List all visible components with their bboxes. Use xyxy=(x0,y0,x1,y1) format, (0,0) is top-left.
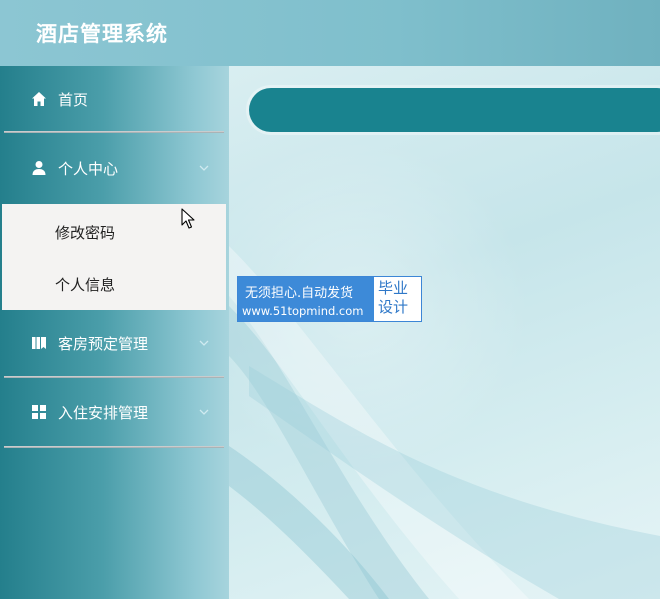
user-icon xyxy=(31,160,47,176)
sidebar-item-checkin-arrangement[interactable]: 入住安排管理 xyxy=(4,379,224,445)
sidebar-item-label: 个人中心 xyxy=(58,159,119,178)
submenu-item-personal-info[interactable]: 个人信息 xyxy=(55,274,115,295)
chevron-down-icon xyxy=(199,165,209,171)
grid-icon xyxy=(31,404,47,420)
top-header: 酒店管理系统 xyxy=(0,0,660,66)
menu-divider xyxy=(4,446,224,448)
sidebar-item-personal-center[interactable]: 个人中心 xyxy=(4,135,224,201)
mouse-cursor-icon xyxy=(181,208,195,229)
sidebar-item-label: 客房预定管理 xyxy=(58,334,149,353)
menu-divider xyxy=(4,376,224,378)
watermark-url: www.51topmind.com xyxy=(242,304,364,318)
main-content xyxy=(229,66,660,599)
menu-divider xyxy=(4,131,224,133)
chevron-down-icon xyxy=(199,340,209,346)
sidebar-item-label: 入住安排管理 xyxy=(58,403,149,422)
background-silk-decoration xyxy=(229,246,660,599)
home-icon xyxy=(31,91,47,107)
watermark-badge-left: 无须担心.自动发货 www.51topmind.com xyxy=(238,277,374,321)
watermark-tag-line1: 毕业 xyxy=(378,279,409,297)
watermark-tag: 毕业 设计 xyxy=(378,279,420,317)
watermark-tag-line2: 设计 xyxy=(378,298,409,316)
top-banner-panel xyxy=(249,88,660,132)
app-title: 酒店管理系统 xyxy=(36,22,168,46)
chevron-down-icon xyxy=(199,409,209,415)
sidebar-item-home[interactable]: 首页 xyxy=(4,66,224,132)
watermark-badge: 无须担心.自动发货 www.51topmind.com 毕业 设计 xyxy=(237,276,422,322)
submenu-item-change-password[interactable]: 修改密码 xyxy=(55,222,115,243)
watermark-slogan: 无须担心.自动发货 xyxy=(245,286,354,301)
sidebar-item-room-booking[interactable]: 客房预定管理 xyxy=(4,310,224,376)
book-icon xyxy=(31,335,47,351)
sidebar-item-label: 首页 xyxy=(58,90,89,109)
